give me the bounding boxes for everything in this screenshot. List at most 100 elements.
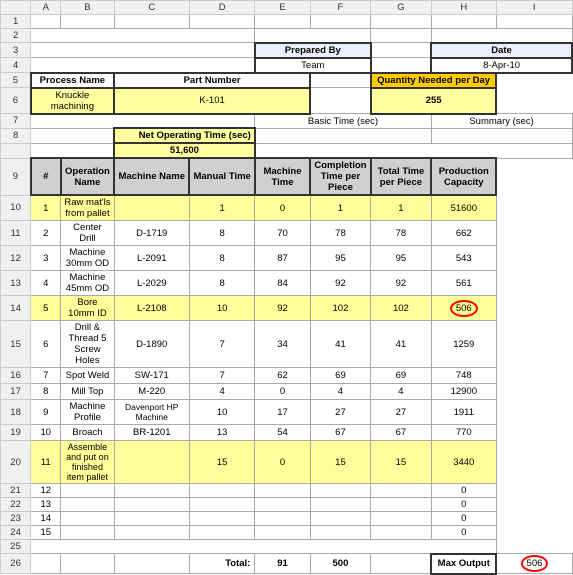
row-9-header: 9 (1, 158, 31, 195)
row4-manual: 8 (189, 271, 254, 296)
row10-num: 10 (31, 425, 61, 441)
data-row-2: 11 2 Center Drill D-1719 8 70 78 78 662 (1, 221, 573, 246)
row-3-header: 3 (1, 43, 31, 58)
row11-total: 15 (371, 441, 431, 484)
row9-completion: 27 (310, 400, 371, 425)
row14-prod: 0 (431, 512, 496, 526)
row3-prod: 543 (431, 246, 496, 271)
col-i: I (496, 1, 572, 15)
data-row-8: 17 8 Mill Top M-220 4 0 4 4 12900 (1, 384, 573, 400)
row13-prod: 0 (431, 498, 496, 512)
col-d: D (189, 1, 254, 15)
row8-mach: M-220 (114, 384, 189, 400)
row1-num: 1 (31, 195, 61, 221)
net-op-time-label: Net Operating Time (sec) (114, 128, 255, 143)
row1-mach (114, 195, 189, 221)
mach-name-header: Machine Name (114, 158, 189, 195)
row6-total: 41 (371, 321, 431, 368)
row11-completion: 15 (310, 441, 371, 484)
row6-op: Drill & Thread 5 Screw Holes (61, 321, 114, 368)
part-value: K-101 (114, 88, 310, 114)
row8-machine: 0 (255, 384, 310, 400)
cell-c1 (114, 15, 189, 29)
row4-total: 92 (371, 271, 431, 296)
row15-op (61, 526, 114, 540)
row5-num: 5 (31, 296, 61, 321)
cell-g4 (371, 58, 431, 73)
row-5-header: 5 (1, 73, 31, 88)
row-22-header: 22 (1, 498, 31, 512)
col-b: B (61, 1, 114, 15)
row7-prod: 748 (431, 368, 496, 384)
row-14-header: 14 (1, 296, 31, 321)
col-c: C (114, 1, 189, 15)
row8-manual: 4 (189, 384, 254, 400)
empty-row-13: 22 13 0 (1, 498, 573, 512)
row15-completion (310, 526, 371, 540)
data-row-9: 18 9 Machine Profile Davenport HP Machin… (1, 400, 573, 425)
row7-manual: 7 (189, 368, 254, 384)
qty-value: 255 (371, 88, 497, 114)
empty-row-15: 24 15 0 (1, 526, 573, 540)
row11-num: 11 (31, 441, 61, 484)
row-20-header: 20 (1, 441, 31, 484)
row9-prod: 1911 (431, 400, 496, 425)
cell-a7 (31, 114, 255, 129)
row-8b-header (1, 143, 31, 158)
row-8-header: 8 (1, 128, 31, 143)
col-num-header: # (31, 158, 61, 195)
row14-manual (189, 512, 254, 526)
row13-completion (310, 498, 371, 512)
cell-h8 (431, 128, 572, 143)
row7-num: 7 (31, 368, 61, 384)
row11-manual: 15 (189, 441, 254, 484)
row2-prod: 662 (431, 221, 496, 246)
data-row-1: 10 1 Raw mat'ls from pallet 1 0 1 1 5160… (1, 195, 573, 221)
row2-manual: 8 (189, 221, 254, 246)
row1-completion: 1 (310, 195, 371, 221)
row12-num: 12 (31, 484, 61, 498)
cell-a2 (31, 29, 255, 43)
row10-total: 67 (371, 425, 431, 441)
empty-row-12: 21 12 0 (1, 484, 573, 498)
row3-num: 3 (31, 246, 61, 271)
cell-e8b (255, 143, 572, 158)
row3-manual: 8 (189, 246, 254, 271)
col-h: H (431, 1, 496, 15)
cell-a8b (31, 143, 114, 158)
row1-op: Raw mat'ls from pallet (61, 195, 114, 221)
row4-op: Machine 45mm OD (61, 271, 114, 296)
data-row-10: 19 10 Broach BR-1201 13 54 67 67 770 (1, 425, 573, 441)
prepared-by-label: Prepared By (255, 43, 371, 58)
row12-total (371, 484, 431, 498)
team-value: Team (255, 58, 371, 73)
col-g: G (371, 1, 431, 15)
cell-h2 (431, 29, 572, 43)
row14-machine (255, 512, 310, 526)
row14-num: 14 (31, 512, 61, 526)
row1-machine: 0 (255, 195, 310, 221)
row-21-header: 21 (1, 484, 31, 498)
row15-num: 15 (31, 526, 61, 540)
row8-total: 4 (371, 384, 431, 400)
cell-g2 (371, 29, 431, 43)
row5-completion: 102 (310, 296, 371, 321)
row2-completion: 78 (310, 221, 371, 246)
row-10-header: 10 (1, 195, 31, 221)
row4-completion: 92 (310, 271, 371, 296)
row7-completion: 69 (310, 368, 371, 384)
row12-mach (114, 484, 189, 498)
col-f: F (310, 1, 371, 15)
row6-mach: D-1890 (114, 321, 189, 368)
corner-header (1, 1, 31, 15)
row10-mach: BR-1201 (114, 425, 189, 441)
row-13-header: 13 (1, 271, 31, 296)
row1-total: 1 (371, 195, 431, 221)
row-18-header: 18 (1, 400, 31, 425)
row-12-header: 12 (1, 246, 31, 271)
row3-completion: 95 (310, 246, 371, 271)
total-time-header: Total Time per Piece (371, 158, 431, 195)
row12-op (61, 484, 114, 498)
row4-mach: L-2029 (114, 271, 189, 296)
row7-machine: 62 (255, 368, 310, 384)
